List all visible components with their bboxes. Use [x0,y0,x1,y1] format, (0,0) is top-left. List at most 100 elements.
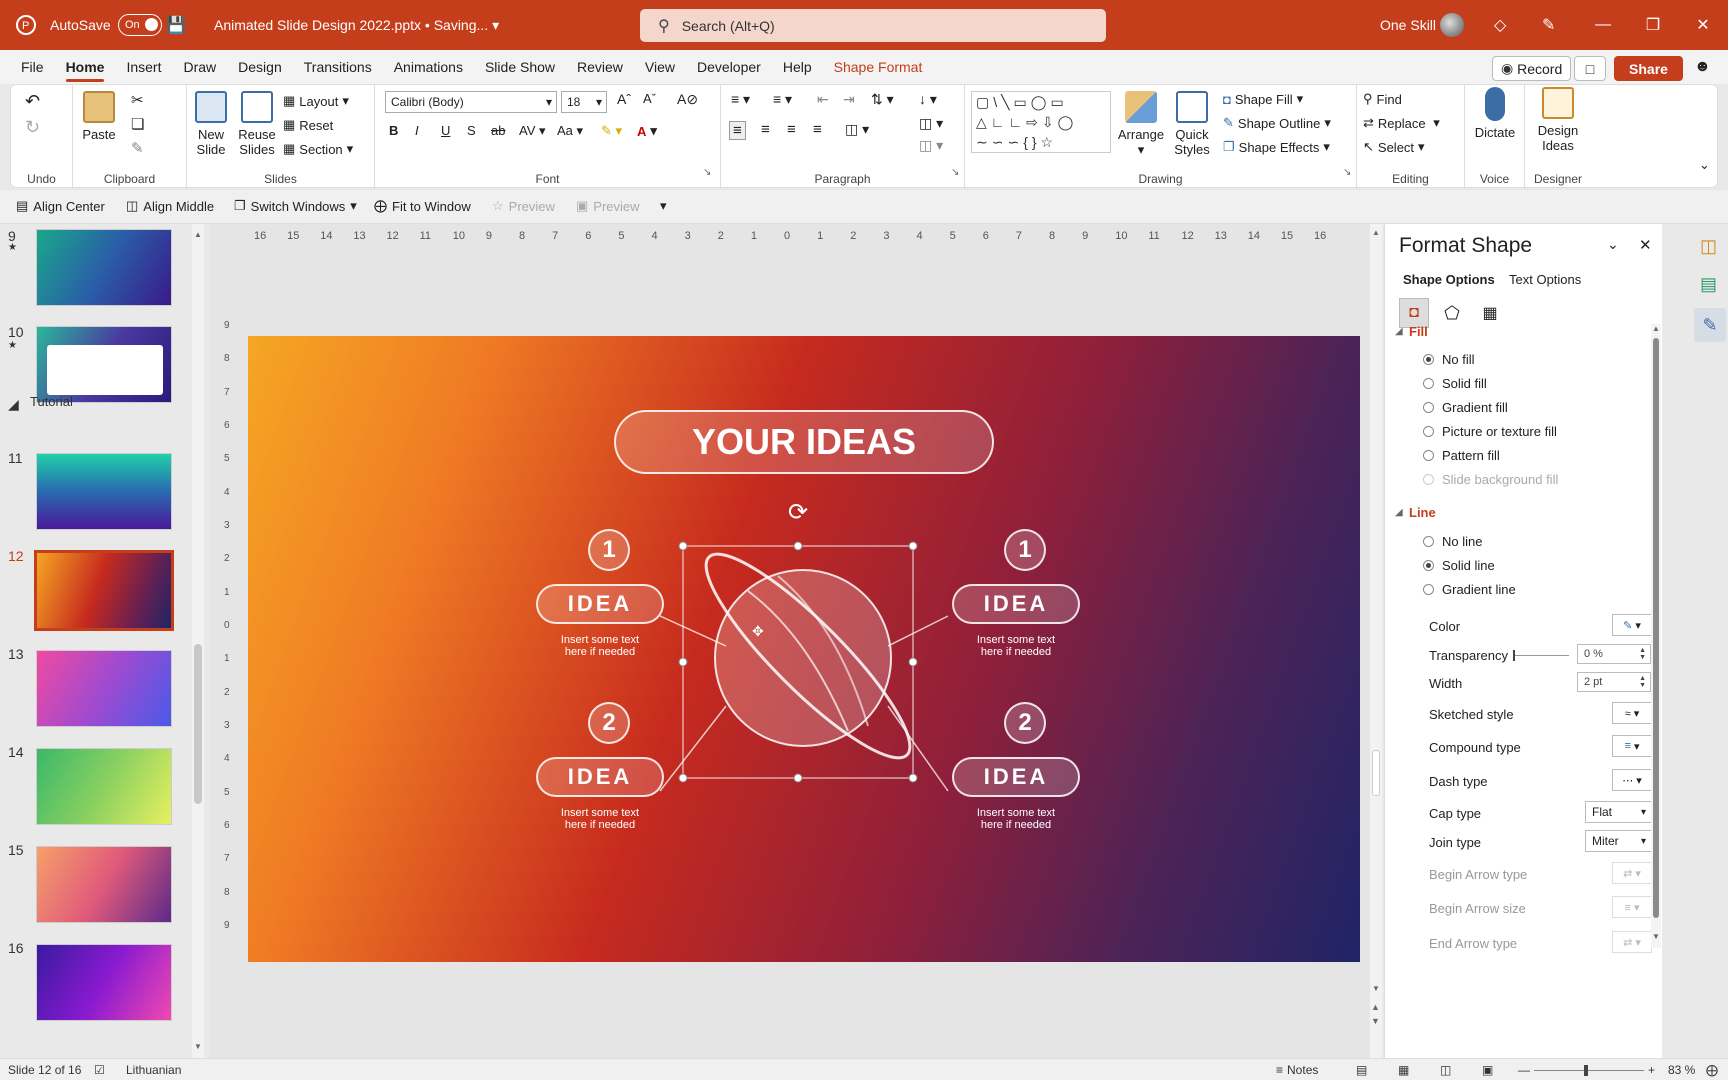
dictate-button[interactable]: Dictate [1471,87,1519,140]
node-label[interactable]: IDEA [536,584,664,624]
drawing-launcher-icon[interactable]: ↘ [1343,167,1351,178]
font-launcher-icon[interactable]: ↘ [703,167,711,178]
sketched-style-dropdown[interactable]: ≈ ▾ [1612,702,1652,724]
grow-font-icon[interactable]: Aˆ [617,91,631,107]
line-section-header[interactable]: Line [1409,505,1436,520]
dash-type-dropdown[interactable]: ⋯ ▾ [1612,769,1652,791]
tab-view[interactable]: View [634,50,686,84]
tab-help[interactable]: Help [772,50,823,84]
tab-animations[interactable]: Animations [383,50,474,84]
coauthor-icon[interactable]: ☻ [1694,58,1711,76]
italic-icon[interactable]: I [415,123,419,138]
color-picker[interactable]: ✎ ▾ [1612,614,1652,636]
pane-scroll-thumb[interactable] [1653,338,1659,918]
align-left-icon[interactable]: ≡ [729,121,746,140]
strikethrough-icon[interactable]: ab [491,123,505,138]
tab-transitions[interactable]: Transitions [293,50,383,84]
search-box[interactable]: ⚲ Search (Alt+Q) [640,9,1106,42]
canvas-scrollbar[interactable]: ▲ ▼ ▲ ▼ [1370,224,1382,1058]
reset-button[interactable]: ▦ Reset [283,117,333,133]
select-button[interactable]: ↖ Select ▾ [1363,139,1425,155]
node-number[interactable]: 2 [588,702,630,744]
thumbnail-10[interactable] [36,326,172,403]
radio-slide-background-fill[interactable]: Slide background fill [1423,472,1558,487]
zoom-in-icon[interactable]: + [1648,1063,1655,1077]
tab-draw[interactable]: Draw [172,50,227,84]
cap-type-dropdown[interactable]: Flat ▾ [1585,801,1652,823]
size-properties-icon[interactable]: ▦ [1475,298,1505,328]
design-ideas-button[interactable]: Design Ideas [1529,87,1587,153]
comments-icon[interactable]: □ [1574,56,1606,81]
canvas-scroll-thumb[interactable] [1372,750,1380,796]
node-text[interactable]: Insert some text here if needed [941,634,1091,658]
node-label[interactable]: IDEA [952,584,1080,624]
fill-section-header[interactable]: Fill [1409,324,1428,339]
tab-shape-format[interactable]: Shape Format [823,50,934,84]
width-input[interactable]: 2 pt ▲ ▼ [1577,672,1651,692]
undo-icon[interactable]: ↶ [25,91,40,112]
tab-design[interactable]: Design [227,50,293,84]
radio-solid-line[interactable]: Solid line [1423,558,1495,573]
autosave-toggle[interactable]: On [110,0,162,50]
zoom-level[interactable]: 83 % [1668,1063,1695,1077]
canvas-scroll-down-icon[interactable]: ▼ [1372,984,1380,993]
bullets-icon[interactable]: ≡ ▾ [731,91,750,108]
scroll-down-icon[interactable]: ▼ [194,1042,202,1051]
slide-title[interactable]: YOUR IDEAS [614,410,994,474]
numbering-icon[interactable]: ≡ ▾ [773,91,792,108]
format-painter-icon[interactable]: ✎ [131,139,144,157]
line-spacing-icon[interactable]: ⇅ ▾ [871,91,894,108]
thumbnail-13[interactable] [36,650,172,727]
next-slide-icon[interactable]: ▼ [1371,1016,1380,1026]
avatar[interactable] [1440,0,1464,50]
bold-icon[interactable]: B [389,123,398,138]
rotate-handle-icon[interactable]: ⟳ [788,498,808,526]
restore-icon[interactable]: ❐ [1628,0,1678,50]
highlight-icon[interactable]: ✎ ▾ [601,123,622,139]
shape-effects-button[interactable]: ❐ Shape Effects ▾ [1223,139,1330,155]
fit-to-window-button[interactable]: ⨁ Fit to Window [374,198,471,214]
copy-icon[interactable]: ❏ [131,115,144,133]
switch-windows-button[interactable]: ❐ Switch Windows ▾ [234,198,357,214]
quick-styles-button[interactable]: Quick Styles [1167,91,1217,157]
preview-button-2[interactable]: ▣ Preview [576,198,640,214]
preview-button-1[interactable]: ☆ Preview [492,198,555,214]
paste-button[interactable]: Paste [79,91,119,142]
layout-button[interactable]: ▦ Layout ▾ [283,93,349,109]
transparency-input[interactable]: 0 % ▲ ▼ [1577,644,1651,664]
format-pane-icon[interactable]: ✎ [1694,308,1726,342]
slide-sorter-icon[interactable]: ▦ [1398,1063,1409,1077]
node-text[interactable]: Insert some text here if needed [525,807,675,831]
record-button[interactable]: ◉ Record [1492,56,1572,81]
pane-scroll-down-icon[interactable]: ▼ [1652,932,1660,941]
font-size-select[interactable]: 18 ▾ [561,91,607,113]
shadow-icon[interactable]: S [467,123,476,138]
slide[interactable]: ⟳ ✥ YOUR IDEAS 1 IDEA Insert some text he… [248,336,1360,962]
columns-icon[interactable]: ◫ ▾ [845,121,869,138]
shape-options-tab[interactable]: Shape Options [1403,272,1495,287]
planet-icon[interactable] [685,533,931,779]
radio-picture-fill[interactable]: Picture or texture fill [1423,424,1557,439]
section-name[interactable]: Tutorial [30,394,73,409]
effects-pentagon-icon[interactable]: ⬠ [1437,298,1467,328]
thumbnail-9[interactable] [36,229,172,306]
clear-format-icon[interactable]: A⊘ [677,91,698,108]
canvas-scroll-up-icon[interactable]: ▲ [1372,228,1380,237]
close-icon[interactable]: ✕ [1678,0,1728,50]
tab-slide-show[interactable]: Slide Show [474,50,566,84]
section-button[interactable]: ▦ Section ▾ [283,141,353,157]
designer-pane-icon[interactable]: ◫ [1700,236,1717,257]
node-text[interactable]: Insert some text here if needed [941,807,1091,831]
shapes-gallery[interactable]: ▢\╲▭◯▭ △∟∟⇨⇩◯ ∼∽∽{}☆ [971,91,1111,153]
node-number[interactable]: 2 [1004,702,1046,744]
align-middle-button[interactable]: ◫ Align Middle [126,198,214,214]
char-spacing-icon[interactable]: AV ▾ [519,123,546,139]
align-center-button[interactable]: ▤ Align Center [16,198,105,214]
justify-icon[interactable]: ≡ [813,121,822,138]
compound-type-dropdown[interactable]: ≡ ▾ [1612,735,1652,757]
radio-pattern-fill[interactable]: Pattern fill [1423,448,1500,463]
pane-close-icon[interactable]: ✕ [1639,236,1652,254]
pane-scrollbar[interactable]: ▲ ▼ [1651,324,1661,948]
radio-gradient-fill[interactable]: Gradient fill [1423,400,1508,415]
smartart-icon[interactable]: ◫ ▾ [919,137,943,154]
